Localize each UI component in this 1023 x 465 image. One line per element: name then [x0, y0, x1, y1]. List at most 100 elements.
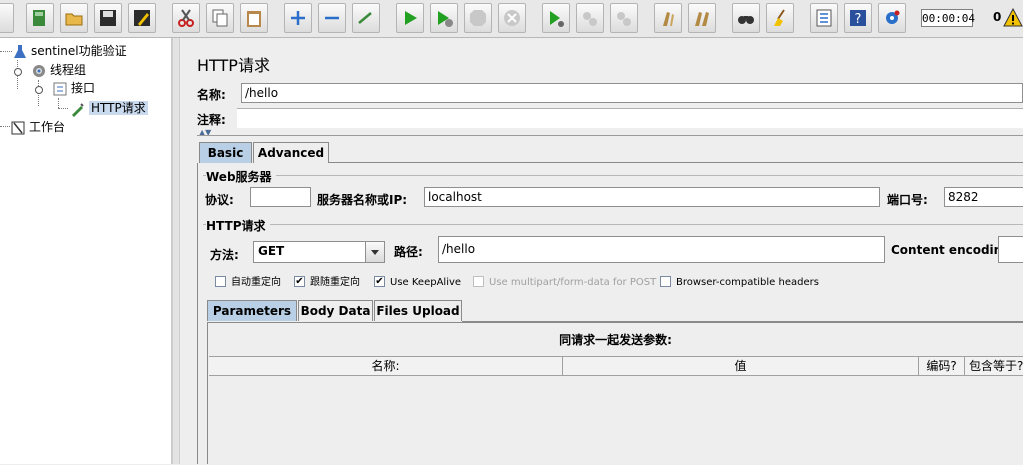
remote-options-button[interactable] [878, 3, 906, 33]
keepalive-checkbox[interactable]: ✔ Use KeepAlive [374, 275, 461, 291]
broom-icon [663, 12, 674, 26]
comment-label: 注释: [197, 113, 226, 127]
minus-icon [325, 16, 339, 20]
stop-button[interactable] [464, 3, 492, 33]
page-title: HTTP请求 [197, 56, 270, 75]
toggle-button[interactable] [352, 3, 380, 33]
tree-node-test-plan[interactable]: sentinel功能验证 [12, 42, 127, 60]
function-helper-button[interactable] [810, 3, 838, 33]
copy-icon [212, 9, 228, 27]
controller-icon [53, 82, 67, 95]
play-clock-icon [438, 11, 453, 27]
remote-exit-all-button[interactable] [610, 3, 638, 33]
remote-gear-icon [886, 10, 900, 24]
list-icon [816, 9, 832, 27]
method-value: GET [258, 244, 285, 258]
start-button[interactable] [396, 3, 424, 33]
toolbar: ? 00:00:04 0 [0, 0, 1023, 38]
tab-parameters[interactable]: Parameters [207, 300, 297, 321]
collapse-all-button[interactable] [318, 3, 346, 33]
tree-node-workbench[interactable]: 工作台 [10, 118, 65, 136]
checkmark-icon: ✔ [374, 275, 385, 287]
clear-all-button[interactable] [688, 3, 716, 33]
floppy-icon [100, 10, 116, 26]
parameters-table-body[interactable] [209, 376, 1023, 465]
expand-all-button[interactable] [284, 3, 312, 33]
thread-group-toggle[interactable] [14, 68, 22, 76]
sweep-icon [774, 9, 785, 26]
pipette-icon [72, 102, 84, 117]
server-name-field[interactable]: localhost [424, 187, 880, 207]
name-label: 名称: [197, 88, 226, 102]
tree-node-thread-group[interactable]: 线程组 [31, 61, 86, 79]
column-include-equals[interactable]: 包含等于? [965, 357, 1023, 375]
tree-node-http-sampler[interactable]: HTTP请求 [70, 99, 148, 117]
clear-button[interactable] [654, 3, 682, 33]
cut-button[interactable] [172, 3, 200, 33]
method-label: 方法: [210, 248, 239, 262]
test-plan-tree: sentinel功能验证 线程组 接口 HTTP请求 工作台 [0, 38, 172, 464]
new-test-plan-button[interactable] [0, 3, 14, 33]
comment-field[interactable] [237, 108, 1023, 128]
parameters-table-header: 名称: 值 编码? 包含等于? [209, 356, 1023, 376]
reset-search-button[interactable] [766, 3, 794, 33]
remote-start-all-button[interactable] [542, 3, 570, 33]
shutdown-icon [504, 10, 520, 26]
remote-stop-icon [583, 12, 597, 26]
save-button[interactable] [94, 3, 122, 33]
tree-node-controller[interactable]: 接口 [52, 79, 95, 97]
remote-play-icon [550, 11, 564, 27]
browser-headers-checkbox[interactable]: Browser-compatible headers [660, 275, 819, 291]
paste-button[interactable] [240, 3, 268, 33]
remote-stop-all-button[interactable] [576, 3, 604, 33]
chevron-down-icon[interactable] [365, 242, 384, 262]
search-button[interactable] [732, 3, 760, 33]
tab-files-upload[interactable]: Files Upload [374, 300, 462, 321]
open-button[interactable] [60, 3, 88, 33]
gear-icon [33, 64, 45, 77]
web-server-group-title: Web服务器 [206, 168, 276, 185]
path-label: 路径: [394, 245, 423, 259]
parameters-panel: 同请求一起发送参数: 名称: 值 编码? 包含等于? [207, 322, 1023, 465]
tab-body-data[interactable]: Body Data [298, 300, 373, 321]
content-encoding-field[interactable] [998, 236, 1023, 263]
auto-redirect-checkbox[interactable]: 自动重定向 [215, 275, 281, 291]
column-name[interactable]: 名称: [209, 357, 563, 375]
split-pane-divider[interactable] [172, 38, 180, 464]
sampler-editor: HTTP请求 名称: /hello 注释: ▲▼ Basic Advanced … [181, 38, 1023, 465]
parameters-caption: 同请求一起发送参数: [559, 333, 672, 347]
remote-exit-icon [617, 12, 631, 26]
checkmark-icon: ✔ [294, 275, 305, 287]
column-value[interactable]: 值 [563, 357, 919, 375]
binoculars-icon [738, 16, 754, 24]
warning-icon[interactable] [1003, 8, 1023, 28]
help-button[interactable]: ? [844, 3, 872, 33]
help-icon: ? [850, 10, 866, 27]
column-encode[interactable]: 编码? [919, 357, 965, 375]
play-icon [405, 11, 417, 25]
port-field[interactable]: 8282 [944, 187, 1023, 207]
clipboard-icon [247, 11, 261, 27]
save-edit-icon [134, 10, 150, 26]
start-no-pauses-button[interactable] [430, 3, 458, 33]
controller-toggle[interactable] [35, 86, 43, 94]
plus-icon [291, 11, 305, 25]
multipart-checkbox: Use multipart/form-data for POST [473, 275, 656, 291]
save-as-button[interactable] [128, 3, 156, 33]
shutdown-button[interactable] [498, 3, 526, 33]
elapsed-time: 00:00:04 [921, 9, 975, 27]
tab-advanced[interactable]: Advanced [253, 142, 329, 163]
name-field[interactable]: /hello [241, 83, 1023, 103]
copy-button[interactable] [206, 3, 234, 33]
protocol-field[interactable] [250, 187, 311, 207]
path-field[interactable]: /hello [438, 236, 885, 263]
content-encoding-label: Content encoding: [891, 243, 1016, 257]
flask-icon [14, 44, 26, 58]
method-select[interactable]: GET [253, 241, 385, 263]
folder-icon [65, 13, 83, 26]
follow-redirect-checkbox[interactable]: ✔ 跟随重定向 [294, 275, 360, 291]
templates-button[interactable] [26, 3, 54, 33]
broom-double-icon [695, 12, 709, 26]
stop-icon [470, 10, 486, 26]
tab-basic[interactable]: Basic [199, 142, 252, 163]
